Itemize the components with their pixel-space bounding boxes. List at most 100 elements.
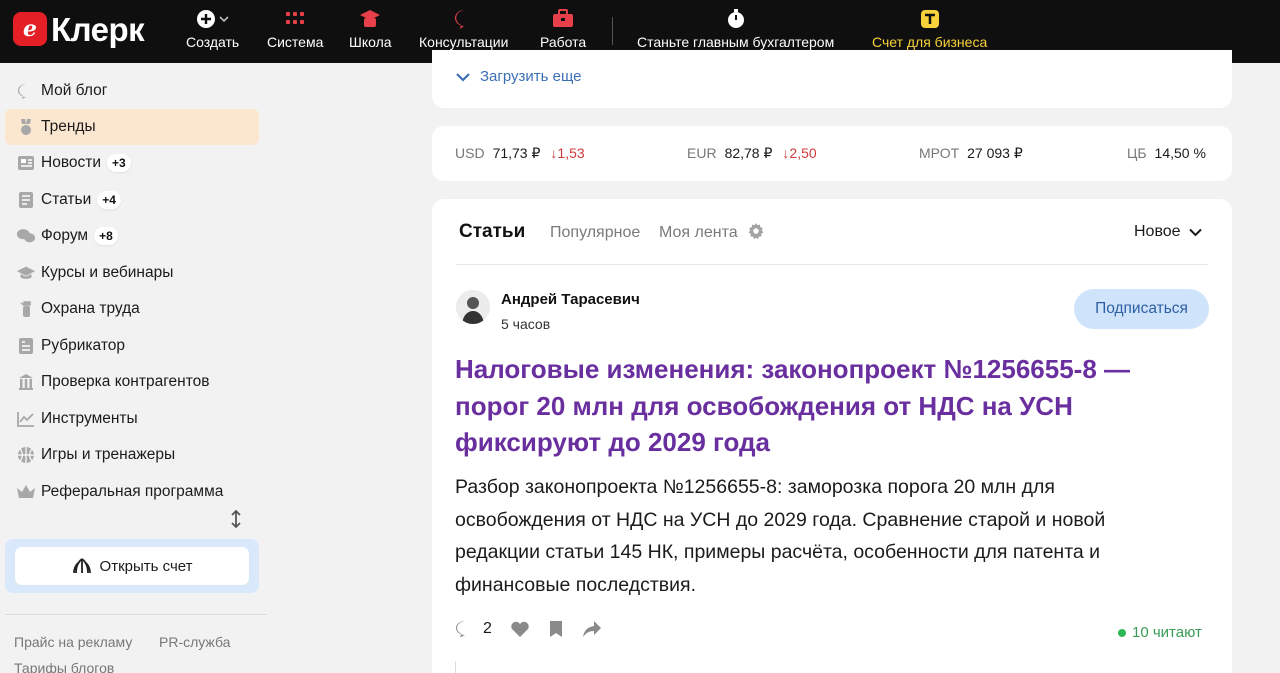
crown-icon [16,482,36,502]
sort-label: Новое [1134,223,1181,240]
comments-button[interactable]: 2 [455,620,492,638]
sidebar-item-trends[interactable]: Тренды [5,109,259,145]
logo[interactable]: e Клерк [13,10,145,48]
post-time: 5 часов [501,316,551,332]
author-name[interactable]: Андрей Тарасевич [501,291,640,308]
load-more-button[interactable]: Загрузить еще [456,68,582,85]
articles-feed: Статьи Популярное Моя лента Новое Андрей… [432,199,1232,673]
share-button[interactable] [582,620,602,638]
sidebar-item-label: Рубрикатор [41,337,125,354]
footer-link-blog-tariffs[interactable]: Тарифы блогов [14,660,114,673]
bookmark-icon [549,621,562,637]
count-badge: +8 [94,227,118,245]
comments-count: 2 [483,620,492,637]
avatar[interactable] [456,290,490,324]
count-badge: +3 [107,154,131,172]
chart-line-icon [16,409,36,429]
sidebar-item-tools[interactable]: Инструменты [5,401,259,437]
question-bubble-icon: ? [453,8,475,30]
share-icon [582,621,601,637]
rate-value: 82,78 ₽ [724,145,773,161]
count-badge: +4 [97,191,121,209]
catalog-icon [16,336,36,356]
sidebar-item-label: Проверка контрагентов [41,373,210,390]
plus-circle-icon [196,8,230,30]
bank-logo-icon [920,8,940,30]
logo-mark-icon: e [13,12,47,46]
sidebar-item-forum[interactable]: Форум +8 [5,218,259,254]
nav-label: Создать [186,34,240,50]
rate-name: ЦБ [1127,145,1147,161]
sidebar-item-label: Курсы и вебинары [41,264,174,281]
nav-label: Станьте главным бухгалтером [637,34,835,50]
footer-link-pr[interactable]: PR-служба [159,634,230,650]
chats-icon [16,226,36,246]
currency-rates-bar: USD 71,73 ₽ ↓1,53 EUR 82,78 ₽ ↓2,50 МРОТ 27 0… [432,126,1232,181]
sidebar-item-label: Реферальная программа [41,483,224,500]
sidebar-item-label: Статьи [41,191,92,208]
sidebar-item-label: Тренды [41,118,96,135]
bookmark-button[interactable] [548,620,564,638]
sidebar-item-counterparty-check[interactable]: Проверка контрагентов [5,364,259,400]
open-account-label: Открыть счет [99,557,193,575]
tab-my-feed[interactable]: Моя лента [659,224,738,242]
rate-value: 14,50 % [1154,145,1206,161]
resize-vertical-icon[interactable] [230,509,242,534]
logo-text: Клерк [51,10,145,48]
rate-usd: USD 71,73 ₽ ↓1,53 [455,145,585,162]
graduation-cap-icon [16,263,36,283]
nav-consultations[interactable]: ? Консультации [419,8,508,50]
rate-name: EUR [687,145,717,161]
grid-icon [285,8,305,30]
sidebar-item-label: Охрана труда [41,300,140,317]
comment-icon [456,621,465,638]
load-more-label: Загрузить еще [480,68,582,85]
tab-articles[interactable]: Статьи [459,221,525,243]
nav-work[interactable]: Работа [540,8,586,50]
nav-create[interactable]: Создать [186,8,239,50]
nav-system[interactable]: Система [267,8,323,50]
stopwatch-icon [726,8,746,30]
tab-popular[interactable]: Популярное [550,224,640,242]
nav-school[interactable]: Школа [349,8,392,50]
sidebar-item-articles[interactable]: Статьи +4 [5,182,259,218]
sidebar-item-label: Инструменты [41,410,138,427]
thread-line [455,661,456,673]
rate-change: ↓2,50 [782,145,817,161]
medal-icon [16,117,36,137]
sidebar-item-labor-safety[interactable]: Охрана труда [5,291,259,327]
sidebar-item-courses[interactable]: Курсы и вебинары [5,255,259,291]
ball-icon [16,445,36,465]
open-account-panel: Открыть счет [5,539,259,593]
nav-label: Консультации [419,34,509,50]
chevron-down-icon [456,72,470,82]
sort-dropdown[interactable]: Новое [1134,223,1202,241]
sidebar-item-news[interactable]: Новости +3 [5,145,259,181]
sidebar-item-referral[interactable]: Реферальная программа [5,474,259,510]
rate-mrot: МРОТ 27 093 ₽ [919,145,1023,162]
subscribe-button[interactable]: Подписаться [1074,289,1209,329]
open-account-button[interactable]: Открыть счет [15,547,249,585]
sidebar: Мой блог Тренды Новости +3 Статьи +4 Фор… [0,63,270,673]
sidebar-item-label: Новости [41,154,102,171]
sidebar-divider [5,614,267,615]
chevron-down-icon [1188,228,1202,236]
like-button[interactable] [510,620,530,638]
nav-chief-accountant[interactable]: Станьте главным бухгалтером [637,8,834,50]
heart-icon [511,621,529,637]
nav-business-account[interactable]: Счет для бизнеса [872,8,987,50]
online-dot-icon [1118,628,1126,637]
newspaper-icon [16,153,36,173]
gear-icon[interactable] [747,222,765,245]
reading-now-label: 10 читают [1132,624,1202,641]
rate-name: USD [455,145,485,161]
nav-divider [612,17,613,45]
rate-value: 27 093 ₽ [967,145,1023,161]
sidebar-item-label: Форум [41,227,89,244]
sidebar-item-games[interactable]: Игры и тренажеры [5,437,259,473]
footer-link-ad-price[interactable]: Прайс на рекламу [14,634,132,650]
article-title[interactable]: Налоговые изменения: законопроект №12566… [455,351,1175,461]
sidebar-item-catalog[interactable]: Рубрикатор [5,328,259,364]
sidebar-item-my-blog[interactable]: Мой блог [5,73,259,109]
chat-bubble-icon [16,81,36,101]
